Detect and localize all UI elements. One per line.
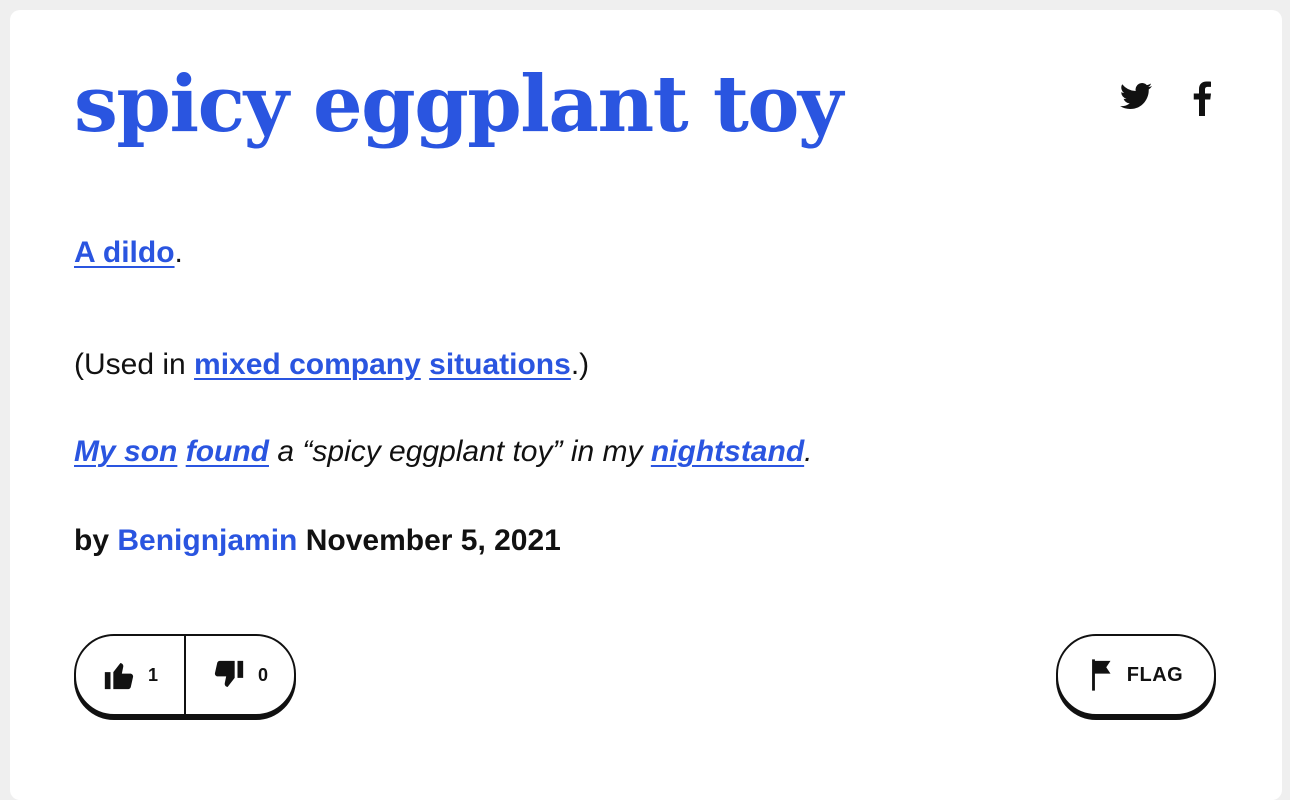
post-date: November 5, 2021	[297, 524, 561, 557]
definition-meaning: A dildo. (Used in mixed company situatio…	[74, 235, 589, 383]
definition-example: My son found a “spicy eggplant toy” in m…	[74, 434, 812, 470]
autolink-situations[interactable]: situations	[429, 348, 571, 381]
autolink-mixed-company[interactable]: mixed company	[194, 348, 421, 381]
upvote-count: 1	[147, 664, 158, 685]
spacer-text	[177, 435, 185, 468]
facebook-icon	[1193, 81, 1211, 116]
example-text: .	[804, 435, 813, 468]
upvote-button[interactable]: 1	[76, 636, 186, 714]
author-link[interactable]: Benignjamin	[117, 524, 297, 557]
example-text: a “spicy eggplant toy” in my	[269, 435, 651, 468]
flag-icon	[1091, 659, 1111, 691]
share-facebook-button[interactable]	[1190, 80, 1214, 116]
flag-button[interactable]: FLAG	[1056, 634, 1216, 716]
meaning-paragraph-1: A dildo.	[74, 235, 589, 271]
definition-card: spicy eggplant toy A dildo. (Used in mix…	[10, 10, 1282, 800]
spacer-text	[421, 348, 429, 381]
downvote-count: 0	[257, 664, 268, 685]
contributor-byline: by Benignjamin November 5, 2021	[74, 524, 561, 558]
twitter-icon	[1120, 83, 1152, 110]
meaning-paragraph-2: (Used in mixed company situations.)	[74, 347, 589, 383]
thumbs-up-icon	[104, 662, 134, 690]
byline-prefix: by	[74, 524, 118, 557]
definition-word[interactable]: spicy eggplant toy	[74, 62, 843, 148]
autolink-a-dildo[interactable]: A dildo	[74, 236, 175, 269]
meaning-text: .)	[570, 348, 590, 381]
meaning-text: (Used in	[74, 348, 195, 381]
vote-buttons: 1 0	[74, 634, 296, 716]
share-twitter-button[interactable]	[1118, 80, 1154, 112]
meaning-text: .	[174, 236, 183, 269]
thumbs-down-icon	[214, 660, 244, 688]
downvote-button[interactable]: 0	[186, 636, 294, 714]
autolink-found[interactable]: found	[186, 435, 269, 468]
autolink-nightstand[interactable]: nightstand	[651, 435, 804, 468]
autolink-my-son[interactable]: My son	[74, 435, 177, 468]
flag-label: FLAG	[1126, 663, 1184, 686]
